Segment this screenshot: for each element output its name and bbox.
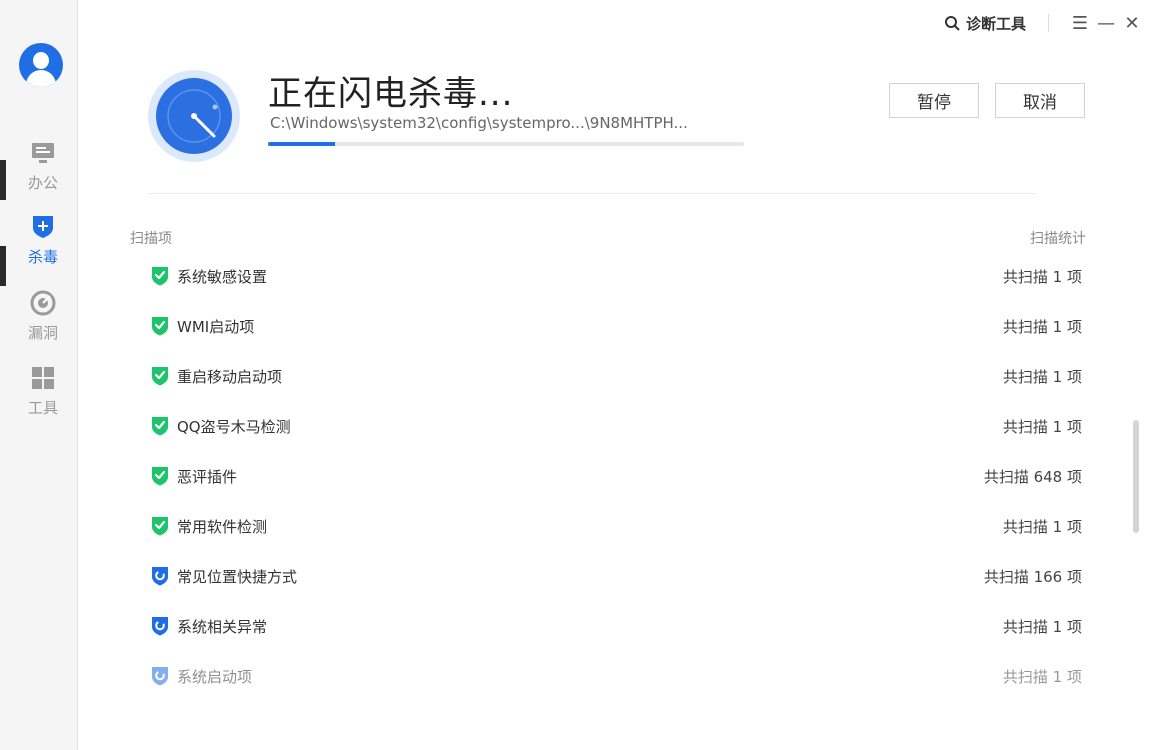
scan-item-count: 共扫描 1 项 — [1002, 317, 1082, 336]
monitor-icon — [32, 143, 54, 163]
minimize-button[interactable]: — — [1093, 10, 1119, 36]
list-item: QQ盗号木马检测 共扫描 1 项 — [150, 411, 1082, 441]
shield-check-icon — [152, 517, 168, 536]
sidebar-item-label: 漏洞 — [27, 324, 58, 342]
scrollbar-thumb[interactable] — [1133, 420, 1139, 533]
close-button[interactable]: ✕ — [1119, 10, 1145, 36]
list-item: 系统启动项 共扫描 1 项 — [150, 661, 1082, 691]
shield-check-icon — [152, 317, 168, 336]
menu-button[interactable]: ☰ — [1067, 10, 1093, 36]
shield-plus-icon — [33, 216, 53, 238]
scan-progress-bar — [268, 142, 744, 146]
column-header-item: 扫描项 — [130, 231, 172, 247]
scan-item-count: 共扫描 1 项 — [1002, 367, 1082, 386]
scan-item-name: QQ盗号木马检测 — [177, 417, 291, 436]
list-item: 常见位置快捷方式 共扫描 166 项 — [150, 561, 1082, 591]
scan-item-count: 共扫描 1 项 — [1002, 617, 1082, 636]
sidebar-item-label: 工具 — [27, 399, 58, 417]
sidebar-item-label: 杀毒 — [27, 248, 58, 266]
list-item: 系统敏感设置 共扫描 1 项 — [150, 261, 1082, 291]
scan-item-count: 共扫描 166 项 — [983, 567, 1082, 586]
user-avatar[interactable] — [19, 43, 63, 87]
title-bar: 诊断工具 ☰ — ✕ — [944, 0, 1149, 46]
diagnose-label: 诊断工具 — [965, 14, 1026, 33]
title-separator — [1048, 14, 1049, 32]
shield-check-icon — [152, 417, 168, 436]
list-item: WMI启动项 共扫描 1 项 — [150, 311, 1082, 341]
shield-scanning-icon — [152, 667, 168, 686]
sidebar-item-antivirus[interactable]: 杀毒 — [0, 214, 86, 282]
sidebar-item-label: 办公 — [27, 174, 58, 192]
cancel-button[interactable]: 取消 — [995, 83, 1085, 118]
pause-button[interactable]: 暂停 — [889, 83, 979, 118]
current-scan-path: C:\Windows\system32\config\systempro...\… — [270, 114, 688, 132]
column-header-stat: 扫描统计 — [1030, 231, 1086, 247]
sidebar-item-vulnerability[interactable]: 漏洞 — [0, 290, 86, 358]
scan-item-count: 共扫描 1 项 — [1002, 517, 1082, 536]
scan-item-count: 共扫描 1 项 — [1002, 667, 1082, 686]
grid-icon — [32, 367, 54, 389]
list-item: 常用软件检测 共扫描 1 项 — [150, 511, 1082, 541]
list-item: 系统相关异常 共扫描 1 项 — [150, 611, 1082, 641]
scan-item-count: 共扫描 648 项 — [983, 467, 1082, 486]
scan-item-count: 共扫描 1 项 — [1002, 267, 1082, 286]
diagnose-icon — [944, 16, 960, 31]
scan-item-name: 系统敏感设置 — [177, 267, 268, 286]
radar-icon — [30, 290, 56, 316]
scan-item-name: 恶评插件 — [177, 467, 238, 486]
scan-item-name: 常用软件检测 — [177, 517, 268, 536]
shield-scanning-icon — [152, 617, 168, 636]
header-divider — [148, 193, 1036, 194]
shield-check-icon — [152, 467, 168, 486]
sidebar: 办公 杀毒 漏洞 工具 — [0, 0, 78, 750]
scan-item-name: 常见位置快捷方式 — [177, 567, 298, 586]
scan-item-name: 系统相关异常 — [177, 617, 268, 636]
scan-radar-icon — [148, 70, 240, 162]
list-item: 恶评插件 共扫描 648 项 — [150, 461, 1082, 491]
scan-item-name: WMI启动项 — [177, 317, 255, 336]
scan-item-count: 共扫描 1 项 — [1002, 417, 1082, 436]
list-item: 重启移动启动项 共扫描 1 项 — [150, 361, 1082, 391]
scan-progress-fill — [268, 142, 335, 146]
shield-check-icon — [152, 267, 168, 286]
sidebar-item-office[interactable]: 办公 — [0, 140, 86, 208]
sidebar-item-tools[interactable]: 工具 — [0, 365, 86, 433]
scan-item-name: 系统启动项 — [177, 667, 253, 686]
scan-item-name: 重启移动启动项 — [177, 367, 283, 386]
shield-scanning-icon — [152, 567, 168, 586]
scan-title: 正在闪电杀毒... — [268, 74, 514, 114]
diagnose-tool-button[interactable]: 诊断工具 — [944, 13, 1026, 34]
shield-check-icon — [152, 367, 168, 386]
